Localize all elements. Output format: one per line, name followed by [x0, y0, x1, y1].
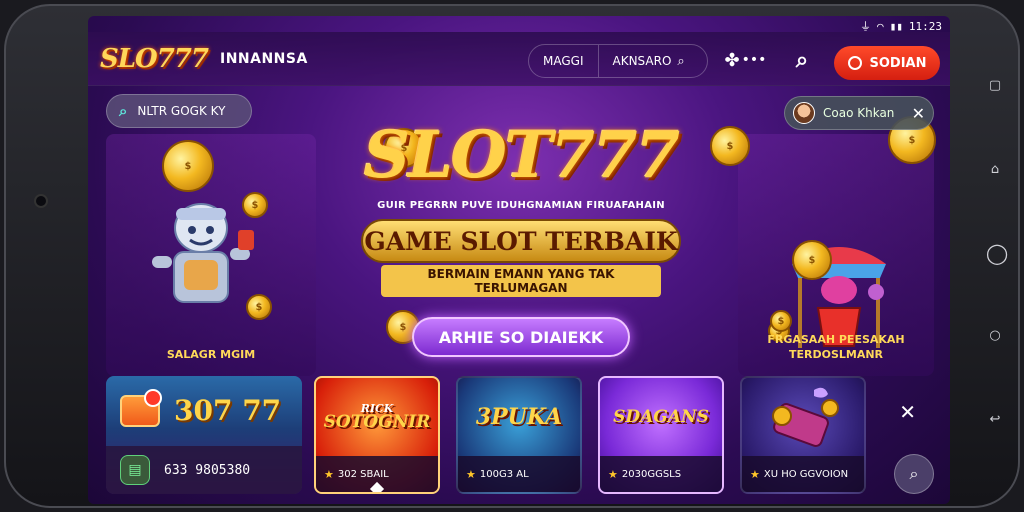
search-icon: ⌕ [677, 53, 685, 69]
wallet-card[interactable]: 307 77 ▤ 633 9805380 [106, 376, 302, 494]
wallet-icon [120, 388, 162, 427]
search-icon: ⌕ [909, 464, 919, 483]
game-card-xu-ho[interactable]: ★ XU HO GGVOION [740, 376, 866, 494]
right-promo-panel[interactable]: FRGASAAH PEESAKAH TERDOSLMANR [738, 116, 936, 376]
promo-chip-label: Coao Khkan [823, 106, 895, 120]
game-art: SDAGANS [600, 378, 722, 456]
hero-banner: SALAGR MGIM FRGASAAH PEESAKAH TERDOSLMAN… [106, 88, 936, 376]
right-caption-line2: TERDOSLMANR [788, 347, 884, 361]
back-icon[interactable]: ↩ [986, 410, 1004, 428]
game-foot-label: 2030GGSLS [621, 468, 682, 480]
game-foot: ★ XU HO GGVOION [742, 456, 864, 492]
close-icon[interactable]: ✕ [899, 400, 916, 424]
game-foot-label: 100G3 AL [479, 468, 529, 480]
coin-icon [246, 294, 272, 320]
star-icon: ★ [324, 467, 334, 481]
brand-name: INNANNSA [219, 50, 308, 67]
site-logo[interactable]: SLO777 [100, 44, 209, 74]
coin-icon [162, 140, 214, 192]
game-ribbon: GAME SLOT TERBAIK [361, 219, 681, 263]
star-icon: ★ [466, 467, 476, 481]
treasure-icon [772, 387, 839, 447]
nav-item-label: AKNSARO [612, 54, 672, 68]
game-card-3puka[interactable]: 3PUKA ★ 100G3 AL [456, 376, 582, 494]
game-art [742, 378, 864, 456]
puzzle-icon[interactable]: ✤ [720, 48, 744, 72]
home-button[interactable]: ◯ [986, 241, 1008, 265]
hero-tagline: GUIR PEGRRN PUVE IDUHGNAMIAN FIRUAFAHAIN [377, 200, 665, 211]
nav-item-search[interactable]: AKNSARO ⌕ [597, 45, 699, 77]
signup-button[interactable]: SODIAN [834, 46, 940, 80]
coin-icon [242, 192, 268, 218]
hero-title: SLOT777 [363, 118, 680, 193]
game-strip: 307 77 ▤ 633 9805380 RICK SOTOGNIR ★ 302… [106, 376, 934, 496]
game-foot-label: XU HO GGVOION [763, 468, 849, 480]
game-art-title: SOTOGNIR [323, 412, 431, 432]
game-art: RICK SOTOGNIR [316, 378, 438, 456]
robot-mascot-icon [152, 203, 254, 303]
search-icon: ⌕ [119, 102, 128, 120]
search-chip[interactable]: ⌕ NLTR GOGK KY [106, 94, 252, 128]
game-foot: ★ 2030GGSLS [600, 456, 722, 492]
phone-frame: ▢ ⌂ ◯ ○ ↩ ⏚ ◠ ▮▮ 11:23 SLO777 INNANNSA M… [4, 4, 1020, 508]
promo-chip[interactable]: Coao Khkan ✕ [784, 96, 934, 130]
hero-title-block: SLOT777 GUIR PEGRRN PUVE IDUHGNAMIAN FIR… [316, 124, 726, 357]
wallet-amount: 307 77 [174, 394, 282, 427]
game-art-title: SDAGANS [613, 406, 709, 427]
recent-apps-icon[interactable]: ▢ [986, 76, 1004, 94]
right-panel-caption: FRGASAAH PEESAKAH TERDOSLMANR [738, 333, 934, 362]
clock: 11:23 [908, 19, 942, 33]
nav-pill: MAGGI AKNSARO ⌕ [528, 44, 708, 78]
game-card-sotognir[interactable]: RICK SOTOGNIR ★ 302 SBAIL [314, 376, 440, 494]
ribbon-subtitle: BERMAIN EMANN YANG TAK TERLUMAGAN [381, 265, 661, 297]
game-art-title: 3PUKA [475, 404, 563, 430]
search-fab-button[interactable]: ⌕ [894, 454, 934, 494]
cash-icon: ▤ [120, 455, 150, 485]
game-foot-label: 302 SBAIL [337, 468, 389, 480]
left-promo-panel[interactable]: SALAGR MGIM [106, 134, 316, 376]
avatar [793, 102, 815, 124]
close-icon[interactable]: ✕ [912, 104, 925, 123]
star-icon: ★ [750, 467, 760, 481]
balance-row: ▤ 633 9805380 [106, 446, 302, 494]
play-now-button[interactable]: ARHIE SO DIAIEKK [412, 317, 630, 357]
search-chip-label: NLTR GOGK KY [137, 104, 226, 118]
game-foot: ★ 100G3 AL [458, 456, 580, 492]
app-screen: ⏚ ◠ ▮▮ 11:23 SLO777 INNANNSA MAGGI AKNSA… [88, 16, 950, 504]
circle-icon[interactable]: ○ [986, 326, 1004, 344]
search-icon[interactable]: ⌕ [790, 48, 814, 73]
nav-item-maggi[interactable]: MAGGI [529, 45, 598, 77]
top-header: SLO777 INNANNSA MAGGI AKNSARO ⌕ ✤ ••• ⌕ … [88, 32, 950, 86]
wallet-top: 307 77 [120, 388, 282, 427]
wifi-icon: ◠ [877, 19, 884, 33]
home-icon[interactable]: ⌂ [986, 160, 1004, 178]
left-panel-caption: SALAGR MGIM [166, 347, 256, 361]
signup-label: SODIAN [869, 55, 927, 71]
front-camera [34, 194, 48, 208]
battery-icon: ▮▮ [889, 19, 903, 33]
star-icon: ★ [608, 467, 618, 481]
record-icon [847, 56, 862, 70]
balance-text: 633 9805380 [164, 462, 251, 478]
right-caption-line1: FRGASAAH PEESAKAH [767, 333, 905, 347]
more-icon[interactable]: ••• [742, 48, 767, 72]
coin-icon [792, 240, 832, 280]
coin-icon [770, 310, 792, 332]
game-card-sdagans[interactable]: SDAGANS ★ 2030GGSLS [598, 376, 724, 494]
game-art: 3PUKA [458, 378, 580, 456]
